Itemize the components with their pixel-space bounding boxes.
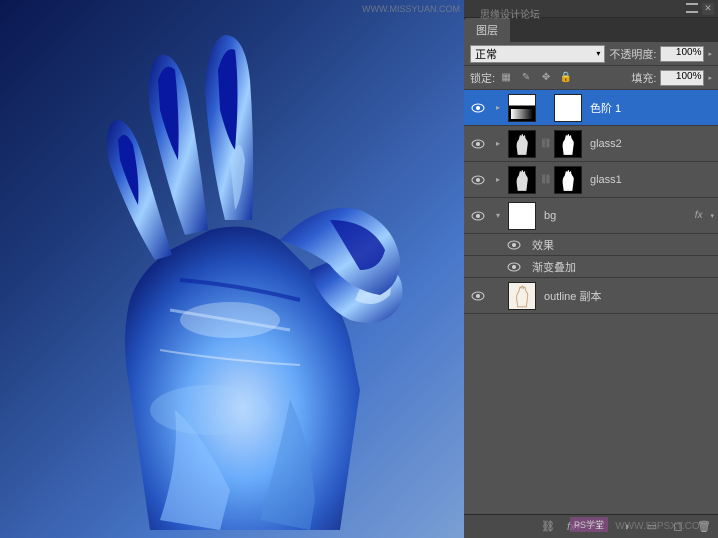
blend-mode-dropdown[interactable]: 正常 ▾ (470, 45, 605, 63)
layer-row[interactable]: ▾ bg fx ▾ (464, 198, 718, 234)
fill-label: 填充: (631, 70, 656, 86)
visibility-eye-icon[interactable] (471, 175, 485, 185)
layers-panel: ✕ 图层 正常 ▾ 不透明度: 100% ▸ 锁定: ▦ ✎ ✥ 🔒 填充: 1… (464, 0, 718, 538)
expand-arrow-icon[interactable]: ▾ (492, 211, 504, 220)
panel-tabs: 图层 (464, 18, 718, 42)
link-icon: ⛓ (540, 138, 550, 149)
expand-arrow-icon[interactable]: ▸ (492, 103, 504, 112)
layer-name[interactable]: bg (540, 210, 691, 222)
chevron-right-icon[interactable]: ▸ (708, 74, 712, 82)
canvas-area[interactable] (0, 0, 464, 538)
watermark-title: 思缘设计论坛 (480, 6, 540, 21)
watermark-url: WWW.52PSXT.COM (615, 521, 708, 532)
visibility-eye-icon[interactable] (471, 211, 485, 221)
lock-label: 锁定: (470, 70, 495, 86)
lock-icons-group: ▦ ✎ ✥ 🔒 (499, 71, 573, 85)
layer-name[interactable]: 色阶 1 (586, 100, 714, 116)
layer-thumbnail[interactable] (508, 202, 536, 230)
layer-thumbnail[interactable] (508, 282, 536, 310)
chevron-right-icon[interactable]: ▸ (708, 50, 712, 58)
fx-expand-icon[interactable]: ▾ (710, 212, 714, 220)
lock-fill-row: 锁定: ▦ ✎ ✥ 🔒 填充: 100% ▸ (464, 66, 718, 90)
fx-badge[interactable]: fx (695, 210, 707, 221)
mask-thumbnail[interactable] (554, 94, 582, 122)
effects-header-row[interactable]: 效果 (464, 234, 718, 256)
layer-row[interactable]: outline 副本 (464, 278, 718, 314)
tab-layers[interactable]: 图层 (464, 18, 510, 42)
blend-mode-value: 正常 (475, 46, 497, 62)
visibility-eye-icon[interactable] (471, 103, 485, 113)
opacity-input[interactable]: 100% (660, 46, 704, 62)
effect-item-row[interactable]: 渐变叠加 (464, 256, 718, 278)
layer-name[interactable]: glass1 (586, 174, 714, 186)
collapse-icon[interactable] (686, 3, 698, 13)
fill-input[interactable]: 100% (660, 70, 704, 86)
watermark-url: WWW.MISSYUAN.COM (362, 4, 460, 14)
lock-all-icon[interactable]: 🔒 (559, 71, 573, 85)
lock-paint-icon[interactable]: ✎ (519, 71, 533, 85)
chevron-down-icon: ▾ (596, 49, 600, 58)
layer-name[interactable]: glass2 (586, 138, 714, 150)
layer-name[interactable]: outline 副本 (540, 288, 714, 304)
adjustment-thumbnail[interactable] (508, 94, 536, 122)
opacity-label: 不透明度: (609, 46, 656, 62)
visibility-eye-icon[interactable] (507, 240, 521, 250)
visibility-eye-icon[interactable] (471, 291, 485, 301)
visibility-eye-icon[interactable] (471, 139, 485, 149)
effects-label: 效果 (528, 237, 714, 253)
lock-position-icon[interactable]: ✥ (539, 71, 553, 85)
hand-artwork (30, 10, 460, 535)
effect-name[interactable]: 渐变叠加 (528, 259, 714, 275)
blend-opacity-row: 正常 ▾ 不透明度: 100% ▸ (464, 42, 718, 66)
visibility-eye-icon[interactable] (507, 262, 521, 272)
expand-arrow-icon[interactable]: ▸ (492, 139, 504, 148)
mask-thumbnail[interactable] (554, 166, 582, 194)
lock-transparency-icon[interactable]: ▦ (499, 71, 513, 85)
layer-thumbnail[interactable] (508, 166, 536, 194)
layer-row[interactable]: ▸ 色阶 1 (464, 90, 718, 126)
mask-thumbnail[interactable] (554, 130, 582, 158)
layer-row[interactable]: ▸ ⛓ glass2 (464, 126, 718, 162)
layer-thumbnail[interactable] (508, 130, 536, 158)
layer-row[interactable]: ▸ ⛓ glass1 (464, 162, 718, 198)
close-panel-icon[interactable]: ✕ (702, 3, 714, 15)
link-icon: ⛓ (540, 174, 550, 185)
watermark-badge: PS学堂 (570, 517, 608, 532)
expand-arrow-icon[interactable]: ▸ (492, 175, 504, 184)
link-layers-icon[interactable]: ⛓ (540, 519, 556, 535)
layers-list: ▸ 色阶 1 ▸ ⛓ glass2 ▸ ⛓ glass1 ▾ (464, 90, 718, 514)
